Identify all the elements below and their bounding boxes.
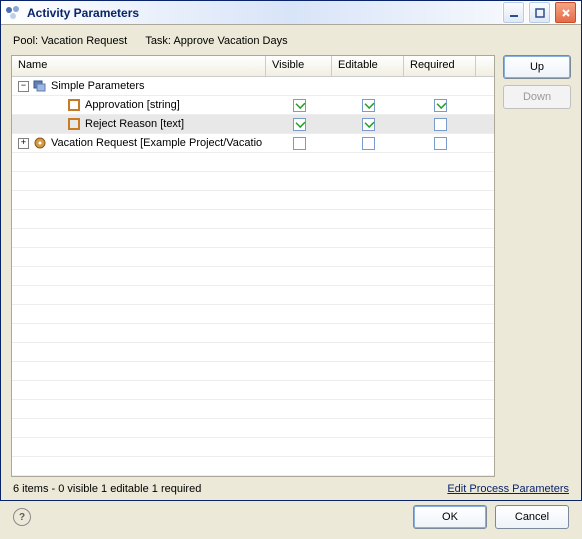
table-row-empty — [12, 381, 494, 400]
status-text: 6 items - 0 visible 1 editable 1 require… — [13, 483, 201, 495]
table-row[interactable]: − Simple Parameters — [12, 77, 494, 96]
down-button: Down — [503, 85, 571, 109]
minimize-button[interactable] — [502, 1, 525, 24]
col-editable[interactable]: Editable — [332, 56, 404, 76]
table-row-empty — [12, 172, 494, 191]
col-required[interactable]: Required — [404, 56, 476, 76]
task-value: Approve Vacation Days — [173, 35, 287, 47]
visible-checkbox[interactable] — [293, 118, 306, 131]
table-row[interactable]: + Vacation Request [Example Project/Vacat… — [12, 134, 494, 153]
collapse-icon[interactable]: − — [18, 81, 29, 92]
cancel-button[interactable]: Cancel — [495, 505, 569, 529]
context-line: Pool: Vacation Request Task: Approve Vac… — [11, 33, 571, 55]
table-row[interactable]: Approvation [string] — [12, 96, 494, 115]
help-icon[interactable]: ? — [13, 508, 31, 526]
orange-node-icon — [67, 98, 81, 112]
table-row-empty — [12, 286, 494, 305]
table-row-empty — [12, 457, 494, 476]
table-row-empty — [12, 267, 494, 286]
orange-node-icon — [67, 117, 81, 131]
required-checkbox[interactable] — [434, 99, 447, 112]
pool-value: Vacation Request — [41, 35, 127, 47]
editable-checkbox[interactable] — [362, 118, 375, 131]
editable-checkbox[interactable] — [362, 137, 375, 150]
expand-icon[interactable]: + — [18, 138, 29, 149]
table-row-empty — [12, 438, 494, 457]
required-checkbox[interactable] — [434, 137, 447, 150]
ok-button[interactable]: OK — [413, 505, 487, 529]
parameters-table: Name Visible Editable Required − Simple P… — [11, 55, 495, 477]
visible-checkbox[interactable] — [293, 99, 306, 112]
app-icon — [5, 5, 21, 21]
row-label: Simple Parameters — [51, 80, 145, 92]
editable-checkbox[interactable] — [362, 99, 375, 112]
pool-label: Pool: — [13, 35, 38, 47]
close-button[interactable] — [554, 1, 577, 24]
table-row-empty — [12, 400, 494, 419]
table-body[interactable]: − Simple Parameters Approvation [string] Re… — [12, 77, 494, 476]
visible-checkbox[interactable] — [293, 137, 306, 150]
table-row-empty — [12, 248, 494, 267]
table-header: Name Visible Editable Required — [12, 56, 494, 77]
col-visible[interactable]: Visible — [266, 56, 332, 76]
table-row-empty — [12, 362, 494, 381]
col-name[interactable]: Name — [12, 56, 266, 76]
table-row-empty — [12, 229, 494, 248]
task-label: Task: — [145, 35, 171, 47]
maximize-button[interactable] — [528, 1, 551, 24]
row-label: Approvation [string] — [85, 99, 180, 111]
table-row-empty — [12, 305, 494, 324]
table-row[interactable]: Reject Reason [text] — [12, 115, 494, 134]
edit-process-parameters-link[interactable]: Edit Process Parameters — [447, 483, 569, 495]
window-title: Activity Parameters — [27, 6, 502, 20]
row-label: Vacation Request [Example Project/Vacati… — [51, 137, 262, 149]
up-button[interactable]: Up — [503, 55, 571, 79]
table-row-empty — [12, 343, 494, 362]
table-row-empty — [12, 210, 494, 229]
row-label: Reject Reason [text] — [85, 118, 184, 130]
table-row-empty — [12, 153, 494, 172]
titlebar: Activity Parameters — [1, 1, 581, 25]
table-row-empty — [12, 419, 494, 438]
table-row-empty — [12, 191, 494, 210]
folder-stack-icon — [33, 79, 47, 93]
disc-icon — [33, 136, 47, 150]
required-checkbox[interactable] — [434, 118, 447, 131]
table-row-empty — [12, 324, 494, 343]
